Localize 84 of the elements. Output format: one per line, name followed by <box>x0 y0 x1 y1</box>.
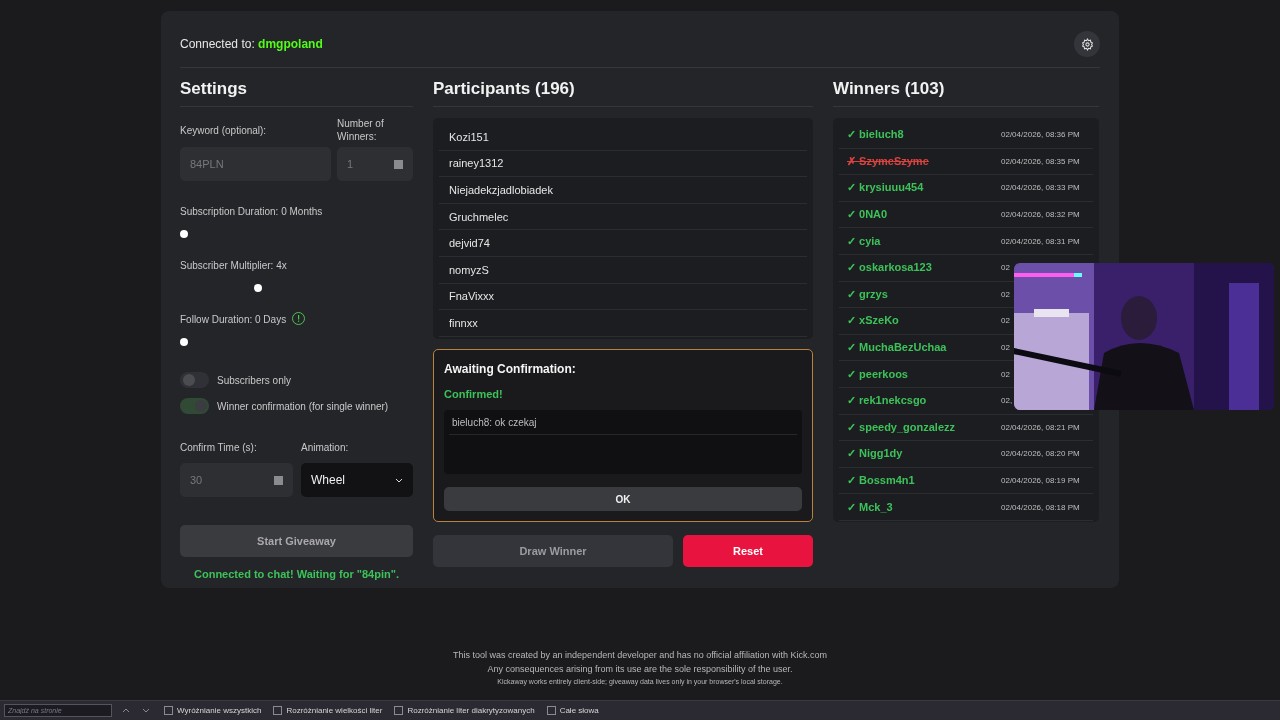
slider-thumb[interactable] <box>254 284 263 292</box>
slider-label: Subscriber Multiplier: 4x <box>180 260 287 271</box>
toggle-label: Subscribers only <box>217 373 291 387</box>
panel-title: Awaiting Confirmation: <box>444 362 577 376</box>
checkbox[interactable] <box>273 706 283 715</box>
winner-date: 02/04/2026, 08:19 PM <box>1001 476 1081 485</box>
field-label: Number of Winners: <box>337 117 385 143</box>
winner-date: 02/04/2026, 08:31 PM <box>1001 236 1081 246</box>
start-giveaway-button[interactable]: Start Giveaway <box>180 525 413 557</box>
slider-thumb[interactable] <box>180 230 188 238</box>
checkbox[interactable] <box>394 706 404 715</box>
previous-button[interactable] <box>120 706 132 715</box>
chevron-up-icon <box>122 708 130 713</box>
winner-name: ✓ bieluch8 <box>847 128 904 142</box>
winner-name: ✓ xSzeKo <box>847 314 899 328</box>
winner-date: 02/04/2026, 08:20 PM <box>1001 449 1081 459</box>
winner-date: 02, <box>1001 396 1014 406</box>
winner-name: ✓ MuchaBezUchaa <box>847 341 947 355</box>
footer-text: Any consequences arising from its use are the sole responsibility of the user. <box>487 664 793 674</box>
toggle-label: Winner confirmation (for single winner) <box>217 399 389 413</box>
connection-status: Connected to: dmgpoland <box>180 37 323 51</box>
participant-name: FnaVixxx <box>449 290 495 303</box>
chevron-down-icon <box>142 708 150 713</box>
chevron-icon <box>395 477 403 483</box>
winner-name: ✓ rek1nekcsgo <box>847 394 927 408</box>
section-title: Settings <box>180 78 413 107</box>
field-label: Keyword (optional): <box>180 124 268 137</box>
section-title: Participants (196) <box>433 78 813 107</box>
draw-winner-button[interactable]: Draw Winner <box>433 535 673 567</box>
chat-status: Connected to chat! Waiting for "84pin". <box>193 568 400 580</box>
slider-label: Follow Duration: 0 Days <box>180 314 287 325</box>
checkbox[interactable] <box>164 706 173 715</box>
settings-button[interactable] <box>1074 31 1100 57</box>
next-button[interactable] <box>140 706 152 715</box>
winner-name: ✗ SzymeSzyme <box>847 154 929 168</box>
winner-date: 02 <box>1001 369 1011 379</box>
participant-name: Kozi151 <box>449 130 489 143</box>
winner-date: 02/04/2026, 08:35 PM <box>1001 156 1081 166</box>
winner-date: 02 <box>1001 263 1011 273</box>
slider-label: Subscription Duration: 0 Months <box>180 206 323 217</box>
winner-name: ✓ grzys <box>847 287 888 301</box>
winner-date: 02/04/2026, 08:18 PM <box>1001 502 1081 512</box>
winner-name: ✓ Mck_3 <box>847 500 893 514</box>
winner-name: ✓ 0NA0 <box>847 208 888 222</box>
checkbox-label: Rozróżnianie wielkości liter <box>286 706 383 715</box>
checkbox[interactable] <box>546 706 556 715</box>
participant-name: dejvid74 <box>449 237 490 250</box>
chat-message: bieluch8: ok czekaj <box>452 416 537 428</box>
field-label: Animation: <box>301 441 350 454</box>
winner-date: 02/04/2026, 08:33 PM <box>1001 183 1081 193</box>
winner-date: 02/04/2026, 08:32 PM <box>1001 210 1081 220</box>
field-label: Confirm Time (s): <box>180 441 258 454</box>
winner-date: 02 <box>1001 343 1011 353</box>
toggle-switch[interactable] <box>180 398 209 414</box>
winner-name: ✓ Nigg1dy <box>847 447 903 461</box>
participant-name: rainey1312 <box>449 157 504 170</box>
winner-name: ✓ speedy_gonzalezz <box>847 420 956 434</box>
winner-date: 02/04/2026, 08:21 PM <box>1001 422 1081 432</box>
spinner-icon <box>274 475 283 485</box>
participant-name: Gruchmelec <box>449 210 509 223</box>
footer-text: This tool was created by an independent developer and has no official affiliation with Kick.com <box>453 650 827 660</box>
toggle-switch[interactable] <box>180 372 209 388</box>
slider-thumb[interactable] <box>180 338 188 346</box>
checkbox-label: Wyróżnianie wszystkich <box>177 706 262 715</box>
settings-icon <box>1080 37 1094 51</box>
winner-name: ✓ cyia <box>847 234 881 248</box>
checkbox-label: Całe słowa <box>559 706 599 715</box>
winner-name: ✓ oskarkosa123 <box>847 261 932 275</box>
winner-date: 02 <box>1001 316 1011 326</box>
participant-name: Niejadekzjadlobiadek <box>449 184 553 196</box>
winner-name: ✓ peerkoos <box>847 367 908 381</box>
participant-name: finnxx <box>449 316 478 329</box>
winner-date: 02/04/2026, 08:36 PM <box>1001 130 1081 140</box>
checkbox-label: Rozróżnianie liter diakrytyzowanych <box>407 706 535 715</box>
spinner-icon <box>394 159 403 169</box>
animation-select[interactable]: Wheel <box>301 463 413 497</box>
ok-button[interactable]: OK <box>444 487 802 511</box>
section-title: Winners (103) <box>833 78 1099 107</box>
reset-button[interactable]: Reset <box>683 535 813 567</box>
winner-date: 02 <box>1001 289 1011 299</box>
winner-name: ✓ Bossm4n1 <box>847 474 915 487</box>
confirmation-status: Confirmed! <box>444 388 504 400</box>
participant-name: nomyzS <box>449 263 489 276</box>
winner-name: ✓ krysiuuu454 <box>847 181 924 195</box>
